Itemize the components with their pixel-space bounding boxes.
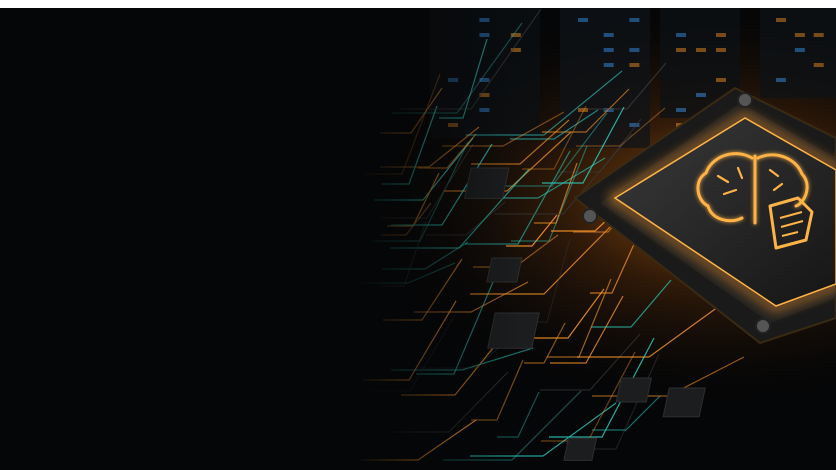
circuit-board-illustration [0,8,836,470]
hero-image [0,8,836,470]
